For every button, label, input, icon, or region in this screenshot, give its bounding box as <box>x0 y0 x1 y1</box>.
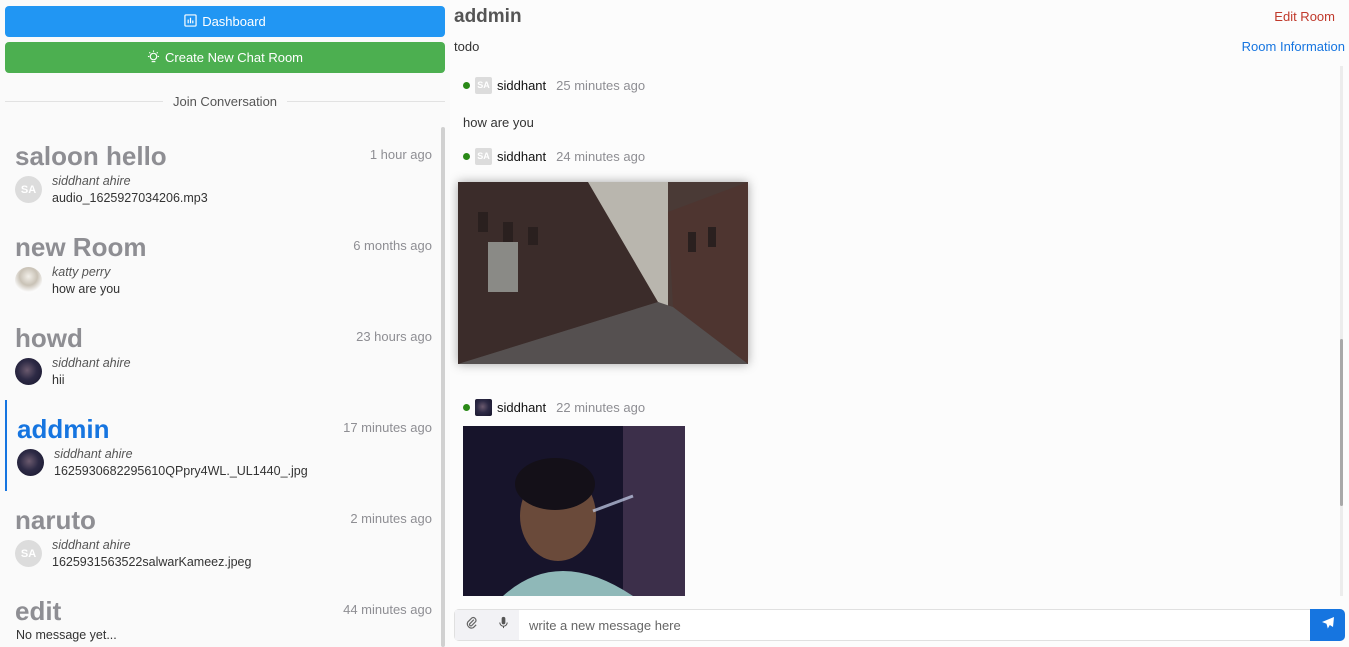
page-title: addmin <box>454 6 522 27</box>
attach-button[interactable] <box>455 610 487 640</box>
room-last-message: hii <box>52 373 65 387</box>
send-button[interactable] <box>1310 609 1345 641</box>
room-last-author: siddhant ahire <box>54 447 133 461</box>
message-list: SA siddhant 25 minutes ago how are you S… <box>450 66 1349 596</box>
message-header: siddhant 22 minutes ago <box>463 398 645 416</box>
avatar[interactable] <box>475 398 492 416</box>
avatar[interactable]: SA <box>475 76 492 94</box>
online-status-dot <box>463 81 470 89</box>
join-conversation-label: Join Conversation <box>172 93 278 109</box>
room-item[interactable]: howd 23 hours ago siddhant ahire hii <box>5 309 438 400</box>
message-input[interactable] <box>519 610 1310 640</box>
messages-scrollbar-thumb[interactable] <box>1340 339 1343 506</box>
room-time: 6 months ago <box>353 238 432 253</box>
room-empty-message: No message yet... <box>16 628 117 642</box>
avatar <box>15 267 42 294</box>
create-room-button[interactable]: Create New Chat Room <box>5 42 445 73</box>
online-status-dot <box>463 403 470 411</box>
join-conversation-divider: Join Conversation <box>5 92 445 110</box>
record-audio-button[interactable] <box>487 610 519 640</box>
room-name: new Room <box>15 232 147 262</box>
divider-line <box>5 100 163 102</box>
room-item[interactable]: new Room 6 months ago katty perry how ar… <box>5 218 438 309</box>
chat-app: Dashboard Create New Chat Room Join Conv… <box>0 0 1349 647</box>
room-last-message: audio_1625927034206.mp3 <box>52 191 208 205</box>
room-time: 23 hours ago <box>356 329 432 344</box>
divider-line <box>287 100 445 102</box>
microphone-icon <box>497 616 510 634</box>
room-last-message: 1625931563522salwarKameez.jpeg <box>52 555 252 569</box>
room-name: addmin <box>17 414 110 444</box>
chat-panel: addmin Edit Room todo Room Information S… <box>450 0 1349 647</box>
room-item-active[interactable]: addmin 17 minutes ago siddhant ahire 162… <box>5 400 438 491</box>
room-time: 44 minutes ago <box>343 602 432 617</box>
edit-room-button[interactable]: Edit Room <box>1274 9 1335 24</box>
avatar <box>15 358 42 385</box>
room-name: howd <box>15 323 83 353</box>
sidebar: Dashboard Create New Chat Room Join Conv… <box>0 0 450 647</box>
room-list: saloon hello 1 hour ago SA siddhant ahir… <box>5 127 445 647</box>
message-header: SA siddhant 25 minutes ago <box>463 76 645 94</box>
avatar: SA <box>15 176 42 203</box>
creative-icon <box>147 49 160 66</box>
message-author[interactable]: siddhant <box>497 149 546 164</box>
room-last-message: how are you <box>52 282 121 296</box>
message-header: SA siddhant 24 minutes ago <box>463 147 645 165</box>
message-time: 24 minutes ago <box>556 148 646 164</box>
message-text: how are you <box>463 115 534 130</box>
paperclip-icon <box>465 616 478 634</box>
room-name: naruto <box>15 505 96 535</box>
room-information-link[interactable]: Room Information <box>1242 39 1345 54</box>
message-time: 25 minutes ago <box>556 77 646 93</box>
online-status-dot <box>463 152 470 160</box>
dashboard-icon <box>184 13 197 30</box>
room-time: 2 minutes ago <box>350 511 432 526</box>
message-author[interactable]: siddhant <box>497 78 546 93</box>
room-last-message: 1625930682295610QPpry4WL._UL1440_.jpg <box>54 464 308 478</box>
room-description: todo <box>454 39 480 54</box>
avatar[interactable]: SA <box>475 147 492 165</box>
room-name: edit <box>15 596 62 626</box>
message-author[interactable]: siddhant <box>497 400 546 415</box>
dashboard-button[interactable]: Dashboard <box>5 6 445 37</box>
street-photo-attachment[interactable] <box>458 182 748 364</box>
room-name: saloon hello <box>15 141 167 171</box>
room-time: 17 minutes ago <box>343 420 432 435</box>
create-room-label: Create New Chat Room <box>165 50 303 65</box>
avatar <box>17 449 44 476</box>
portrait-photo-attachment[interactable] <box>463 426 685 596</box>
messages-scrollbar-track[interactable] <box>1340 66 1343 596</box>
room-item[interactable]: naruto 2 minutes ago SA siddhant ahire 1… <box>5 491 438 582</box>
avatar: SA <box>15 540 42 567</box>
message-composer <box>454 609 1345 641</box>
sidebar-scrollbar[interactable] <box>441 127 445 647</box>
room-last-author: siddhant ahire <box>52 356 131 370</box>
room-last-author: katty perry <box>52 265 111 279</box>
dashboard-label: Dashboard <box>202 14 266 29</box>
room-item[interactable]: saloon hello 1 hour ago SA siddhant ahir… <box>5 127 438 218</box>
room-last-author: siddhant ahire <box>52 538 131 552</box>
message-time: 22 minutes ago <box>556 399 646 415</box>
room-last-author: siddhant ahire <box>52 174 131 188</box>
send-icon <box>1321 616 1335 635</box>
room-time: 1 hour ago <box>369 147 432 162</box>
